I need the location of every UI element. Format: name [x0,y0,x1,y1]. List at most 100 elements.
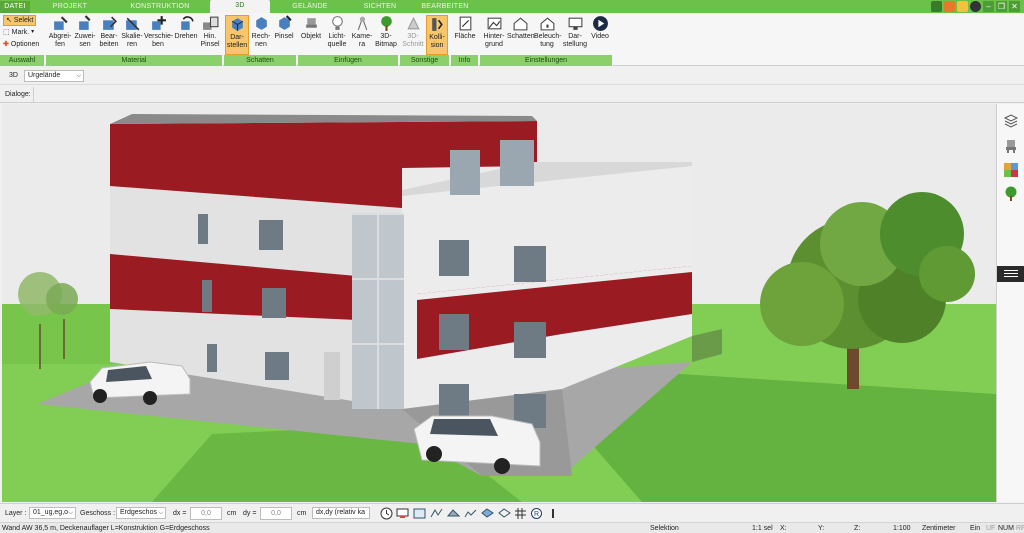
tab-datei[interactable]: DATEI [0,1,30,13]
pen-icon[interactable] [931,1,942,12]
shaded-icon[interactable] [481,507,494,520]
kamera-button[interactable]: Kame- ra [351,15,373,49]
ribbon-tab-bar: DATEI PROJEKT KONSTRUKTION 3D GELÄNDE SI… [0,0,1024,13]
tab-projekt[interactable]: PROJEKT [45,1,95,13]
save-icon[interactable] [944,1,955,12]
beleuchtung-button[interactable]: Beleuch- tung [534,15,562,49]
status-uf: UF [986,525,996,532]
close-button[interactable]: ✕ [1009,1,1020,12]
3d-schnitt-label: 3D- Schnitt [402,33,424,48]
hin-pinsel-button[interactable]: Hin. Pinsel [199,15,221,49]
schatten-settings-label: Schatten [507,33,535,40]
selekt-button[interactable]: ↖ Selekt [3,15,37,26]
coordinate-mode-select[interactable]: dx,dy (relativ ka [312,507,370,519]
plant-icon[interactable] [1003,186,1019,202]
dialog-toolbar: Dialoge: [0,86,1024,103]
dy-input[interactable]: 0,0 [260,507,292,520]
wire-icon[interactable] [430,507,443,520]
geschoss-select[interactable]: Erdgeschos ⌵ [116,507,166,519]
darstellen-label: Dar- stellen [226,34,248,49]
snap-icon[interactable]: R [530,507,543,520]
bearbeiten-button[interactable]: Bear- beiten [98,15,120,49]
schatten-pinsel-button[interactable]: Pinsel [273,15,295,41]
edit-material-icon [102,16,117,30]
view-select[interactable]: Urgelände ⌵ [24,70,84,82]
3d-bitmap-button[interactable]: 3D- Bitmap [375,15,397,49]
window [439,314,469,350]
objekt-button[interactable]: Objekt [299,15,323,41]
verschieben-button[interactable]: Verschie- ben [144,15,173,49]
zuweisen-button[interactable]: Zuwei- sen [74,15,96,49]
window [259,220,283,250]
group-einstellungen: Einstellungen [480,55,613,66]
status-num: NUM [998,525,1014,532]
minimize-button[interactable]: – [983,1,994,12]
3d-schnitt-button[interactable]: 3D- Schnitt [402,15,424,49]
dialoge-label: Dialoge: [5,91,31,98]
chair-icon [305,18,317,28]
tab-3d[interactable]: 3D [210,0,270,13]
3d-viewport[interactable] [2,104,996,502]
optionen-button[interactable]: ✚ Optionen [3,39,39,50]
window [262,288,286,318]
grid-icon[interactable] [514,507,527,520]
schatten-settings-button[interactable]: Schatten [507,15,535,41]
rotate-icon [180,16,194,30]
layer-select[interactable]: 01_ug,eg,o ⌵ [29,507,76,519]
darstellung-label: Dar- stellung [562,33,588,48]
restore-button[interactable]: ❐ [996,1,1007,12]
status-scale: 1:100 [893,525,911,532]
folder-icon[interactable] [957,1,968,12]
tab-konstruktion[interactable]: KONSTRUKTION [120,1,200,13]
selekt-label: Selekt [13,17,34,24]
rechnen-button[interactable]: Rech- nen [251,15,271,49]
chair-object-icon[interactable] [1003,138,1019,154]
video-button[interactable]: Video [589,15,611,41]
chevron-down-icon: ⌵ [76,73,81,79]
wireframe-icon[interactable] [498,507,511,520]
dx-input[interactable]: 0,0 [190,507,222,520]
brush-icon [202,16,218,30]
bulb-icon [331,16,343,30]
layers-icon[interactable] [1003,112,1019,128]
plus-icon: ✚ [3,41,9,48]
tab-bearbeiten[interactable]: BEARBEITEN [415,1,475,13]
abgreifen-button[interactable]: Abgrei- fen [48,15,72,49]
window [198,214,208,244]
drehen-button[interactable]: Drehen [174,15,198,41]
flaeche-button[interactable]: Fläche [453,15,477,41]
panel-toggle[interactable] [997,266,1024,282]
pipette-icon [53,16,68,30]
terrain-icon[interactable] [464,507,477,520]
skalieren-label: Skalie- ren [121,33,143,48]
lichtquelle-label: Licht- quelle [327,33,347,48]
lichtquelle-button[interactable]: Licht- quelle [325,15,349,49]
surface-icon[interactable] [447,507,460,520]
collision-icon [431,18,443,31]
clock-icon[interactable] [380,507,393,520]
menu-icon [1004,270,1018,271]
hintergrund-button[interactable]: Hinter- grund [481,15,507,49]
separator-icon [552,509,554,518]
render-icon[interactable] [413,507,426,520]
tab-gelaende[interactable]: GELÄNDE [280,1,340,13]
material-palette-icon[interactable] [1003,162,1019,178]
area-icon [459,16,471,31]
kollision-button[interactable]: Kolli- sion [426,15,448,55]
screen-icon[interactable] [396,507,409,520]
layer-label: Layer : [5,510,27,517]
divider [33,87,34,102]
darstellen-button[interactable]: Dar- stellen [225,15,249,55]
tab-sichten[interactable]: SICHTEN [350,1,410,13]
group-material: Material [46,55,223,66]
help-icon[interactable] [970,1,981,12]
window [514,322,546,358]
mark-button[interactable]: ⬚ Mark. ▾ [3,27,34,38]
coordinate-mode-value: dx,dy (relativ ka [316,509,366,516]
skalieren-button[interactable]: Skalie- ren [121,15,143,49]
optionen-label: Optionen [10,41,40,48]
kamera-label: Kame- ra [351,33,373,48]
darstellung-button[interactable]: Dar- stellung [561,15,589,49]
schatten-pinsel-label: Pinsel [274,33,294,40]
dx-value: 0,0 [201,510,211,517]
